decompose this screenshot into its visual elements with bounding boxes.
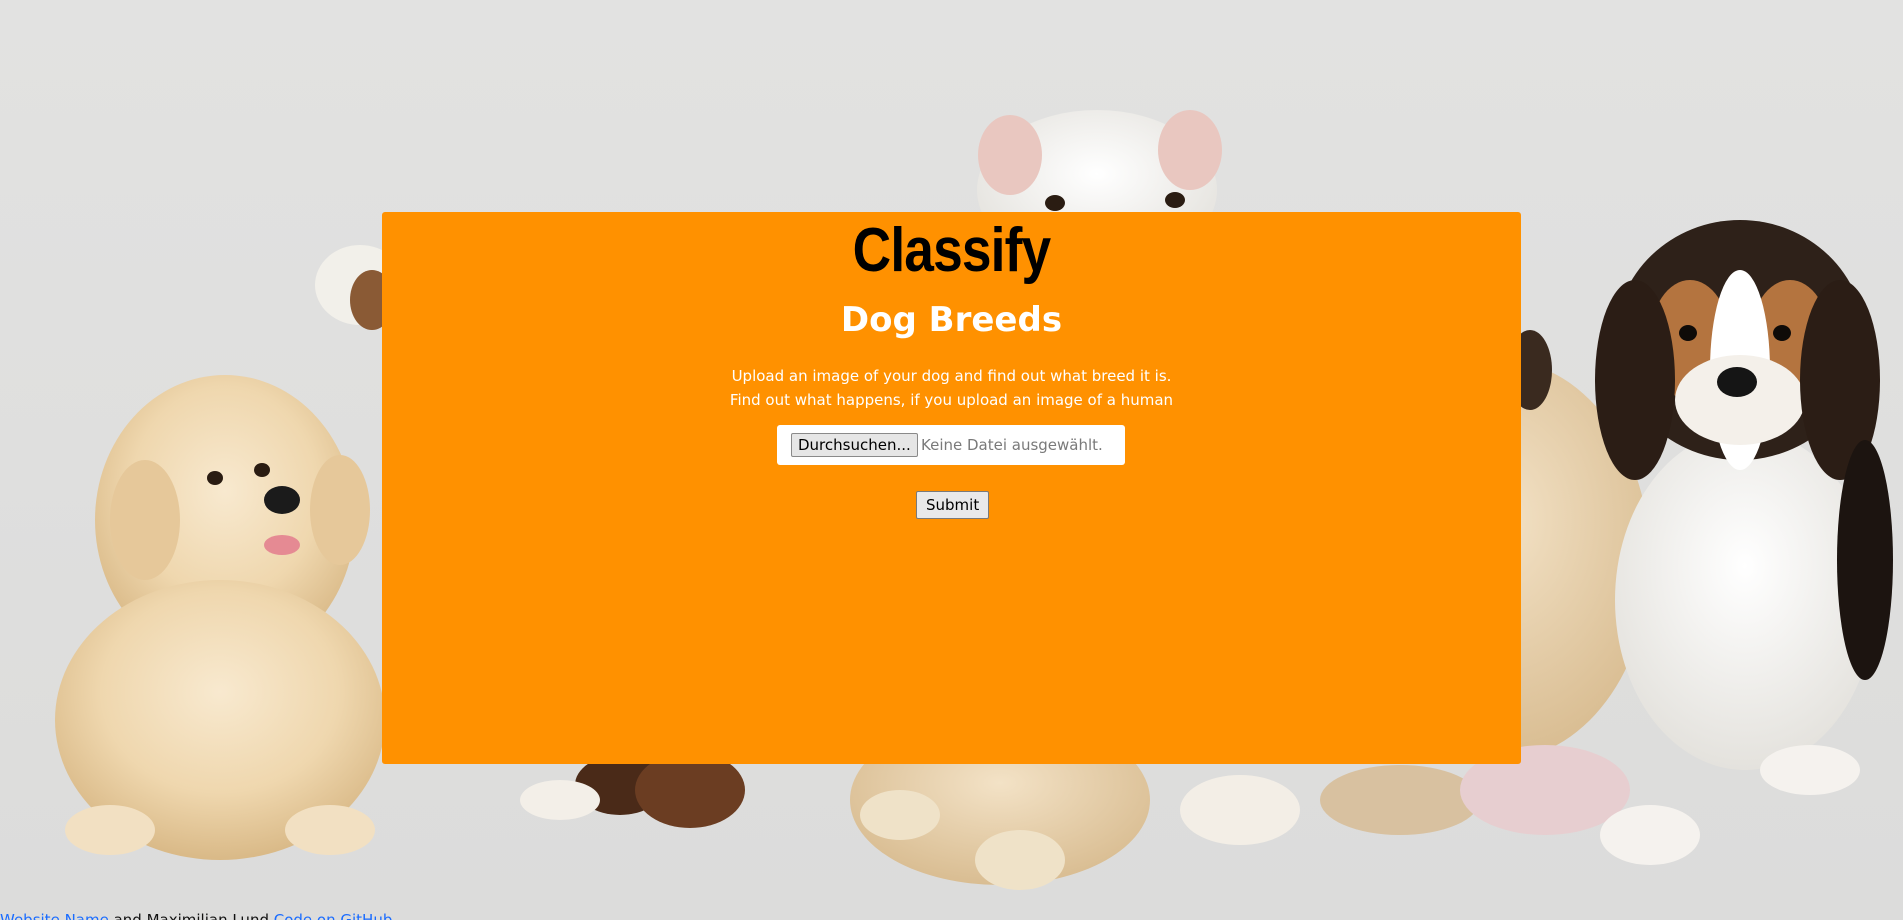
browse-button[interactable]: Durchsuchen... <box>791 433 918 457</box>
footer-link-github[interactable]: Code on GitHub <box>274 911 393 920</box>
file-upload-input[interactable]: Durchsuchen... Keine Datei ausgewählt. <box>777 425 1125 465</box>
no-file-selected-text: Keine Datei ausgewählt. <box>921 436 1103 454</box>
description-line-2: Find out what happens, if you upload an … <box>729 391 1174 409</box>
page: Classify Dog Breeds Upload an image of y… <box>0 0 1903 920</box>
footer-link-website[interactable]: Website Name <box>0 911 109 920</box>
classify-card: Classify Dog Breeds Upload an image of y… <box>382 212 1521 764</box>
app-title: Classify <box>852 216 1051 285</box>
footer-by-text: and Maximilian Lund <box>108 911 274 920</box>
submit-button[interactable]: Submit <box>916 491 990 519</box>
footer: Website Name and Maximilian Lund Code on… <box>0 910 392 920</box>
description: Upload an image of your dog and find out… <box>382 364 1521 412</box>
description-line-1: Upload an image of your dog and find out… <box>731 367 1172 385</box>
app-subtitle: Dog Breeds <box>840 300 1063 340</box>
